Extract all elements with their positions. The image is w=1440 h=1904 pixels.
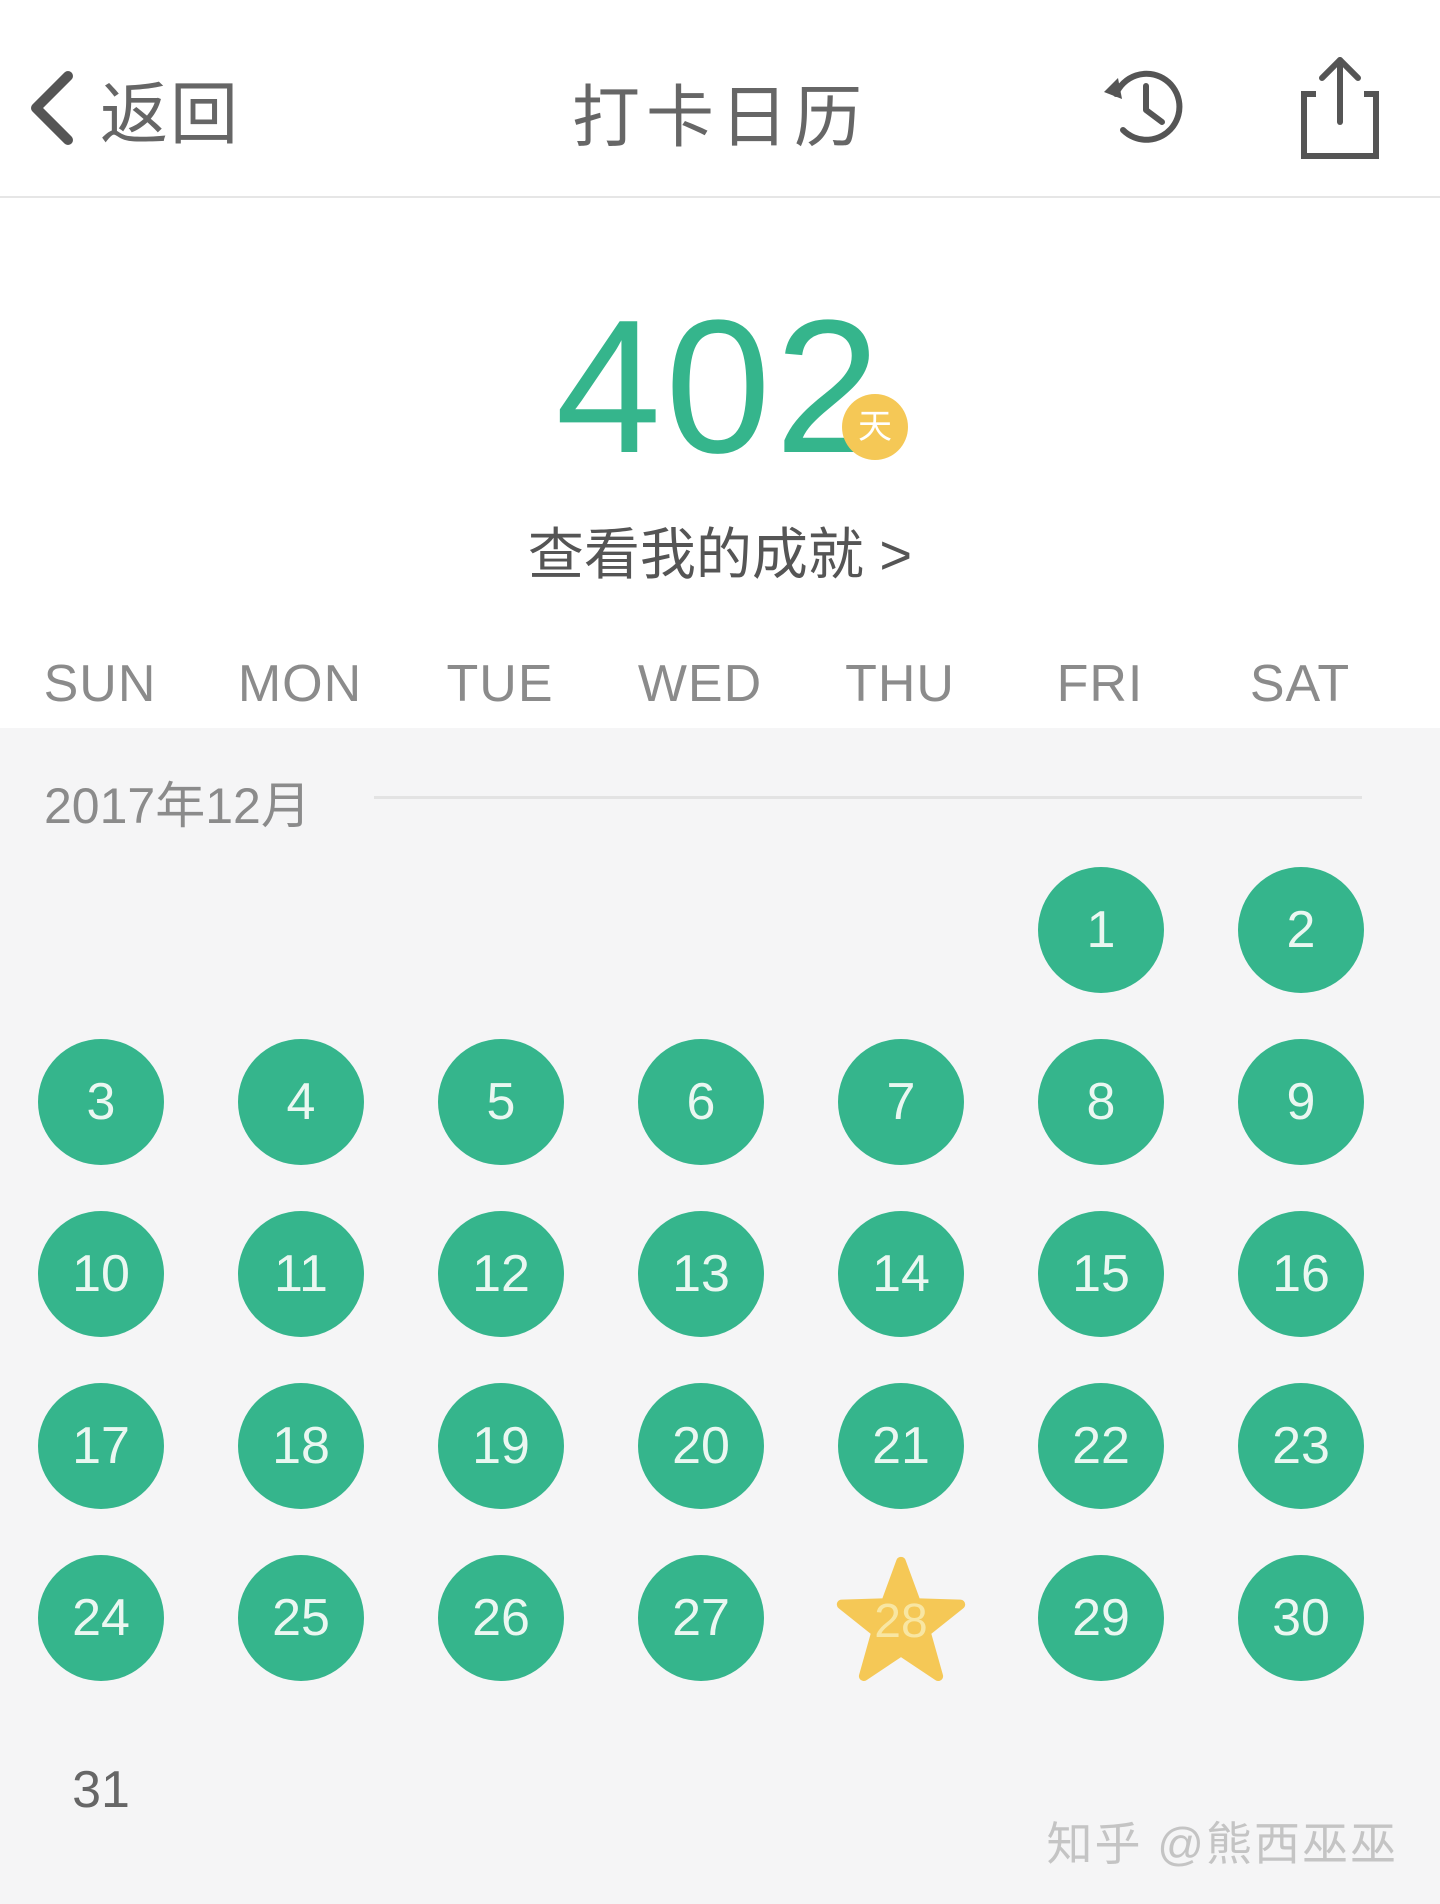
- calendar-day-checked-27[interactable]: 27: [638, 1555, 764, 1681]
- calendar-day-checked-22[interactable]: 22: [1038, 1383, 1164, 1509]
- calendar-day-checked-7[interactable]: 7: [838, 1039, 964, 1165]
- calendar-day-cell-1: 1: [1000, 856, 1200, 1028]
- calendar-day-cell-5: 5: [400, 1028, 600, 1200]
- calendar-day-cell-2: 2: [1200, 856, 1400, 1028]
- calendar-day-checked-16[interactable]: 16: [1238, 1211, 1364, 1337]
- calendar-day-checked-1[interactable]: 1: [1038, 867, 1164, 993]
- calendar-day-checked-14[interactable]: 14: [838, 1211, 964, 1337]
- calendar-day-cell-3: 3: [0, 1028, 200, 1200]
- calendar-day-cell-19: 19: [400, 1372, 600, 1544]
- source-watermark: 知乎 @熊西巫巫: [1046, 1818, 1398, 1870]
- calendar-day-star-28[interactable]: 28: [832, 1552, 970, 1690]
- calendar-day-cell-25: 25: [200, 1544, 400, 1716]
- calendar-day-grid: 1 2 3 4 5 6 7 8 9 10 11 12 13 14 15 16 17 18 19 20 21 22 23 24 2…: [0, 856, 1440, 1819]
- weekday-sun: SUN: [43, 655, 157, 713]
- calendar-day-cell-12: 12: [400, 1200, 600, 1372]
- calendar-day-cell-26: 26: [400, 1544, 600, 1716]
- calendar-day-checked-6[interactable]: 6: [638, 1039, 764, 1165]
- calendar-day-cell-22: 22: [1000, 1372, 1200, 1544]
- month-divider: [374, 796, 1362, 799]
- weekday-fri: FRI: [1056, 655, 1144, 713]
- calendar-day-cell-17: 17: [0, 1372, 200, 1544]
- calendar-day-cell-29: 29: [1000, 1544, 1200, 1716]
- calendar-day-cell-28: 28: [800, 1544, 1000, 1716]
- calendar-day-cell-6: 6: [600, 1028, 800, 1200]
- calendar-day-checked-10[interactable]: 10: [38, 1211, 164, 1337]
- calendar-day-cell-11: 11: [200, 1200, 400, 1372]
- calendar-day-cell-31: 31: [0, 1716, 200, 1888]
- weekday-sat: SAT: [1249, 655, 1351, 713]
- weekday-wed: WED: [637, 655, 763, 713]
- days-unit-badge: 天: [842, 394, 908, 460]
- calendar-day-cell-8: 8: [1000, 1028, 1200, 1200]
- calendar-day-checked-17[interactable]: 17: [38, 1383, 164, 1509]
- calendar-day-cell-21: 21: [800, 1372, 1000, 1544]
- weekday-tue: TUE: [446, 655, 554, 713]
- top-navigation-bar: 返回 打卡日历: [0, 0, 1440, 199]
- calendar-day-cell-10: 10: [0, 1200, 200, 1372]
- calendar-day-checked-30[interactable]: 30: [1238, 1555, 1364, 1681]
- calendar-day-checked-18[interactable]: 18: [238, 1383, 364, 1509]
- calendar-day-checked-25[interactable]: 25: [238, 1555, 364, 1681]
- calendar-day-checked-11[interactable]: 11: [238, 1211, 364, 1337]
- calendar-day-checked-13[interactable]: 13: [638, 1211, 764, 1337]
- calendar-day-cell-23: 23: [1200, 1372, 1400, 1544]
- calendar-day-cell-18: 18: [200, 1372, 400, 1544]
- calendar-day-checked-29[interactable]: 29: [1038, 1555, 1164, 1681]
- calendar-day-cell-9: 9: [1200, 1028, 1400, 1200]
- calendar-day-checked-19[interactable]: 19: [438, 1383, 564, 1509]
- weekday-header-row: SUN MON TUE WED THU FRI SAT: [0, 640, 1440, 728]
- streak-count-area: 402: [0, 292, 1440, 482]
- calendar-day-checked-15[interactable]: 15: [1038, 1211, 1164, 1337]
- weekday-thu: THU: [845, 655, 955, 713]
- calendar-day-cell-7: 7: [800, 1028, 1000, 1200]
- calendar-day-unchecked-31[interactable]: 31: [38, 1727, 164, 1853]
- calendar-day-checked-20[interactable]: 20: [638, 1383, 764, 1509]
- calendar-day-cell-14: 14: [800, 1200, 1000, 1372]
- calendar-day-cell-16: 16: [1200, 1200, 1400, 1372]
- calendar-day-checked-2[interactable]: 2: [1238, 867, 1364, 993]
- calendar-day-checked-4[interactable]: 4: [238, 1039, 364, 1165]
- calendar-day-cell-4: 4: [200, 1028, 400, 1200]
- month-label: 2017年12月: [44, 778, 311, 834]
- view-achievements-link[interactable]: 查看我的成就 >: [0, 510, 1440, 591]
- share-icon: [1301, 57, 1379, 159]
- calendar-day-checked-23[interactable]: 23: [1238, 1383, 1364, 1509]
- calendar-day-cell-13: 13: [600, 1200, 800, 1372]
- weekday-mon: MON: [237, 655, 363, 713]
- share-button[interactable]: [1298, 52, 1382, 162]
- calendar-day-checked-8[interactable]: 8: [1038, 1039, 1164, 1165]
- calendar-day-cell-30: 30: [1200, 1544, 1400, 1716]
- page-title: 打卡日历: [571, 80, 868, 156]
- calendar-day-cell-27: 27: [600, 1544, 800, 1716]
- calendar-day-checked-26[interactable]: 26: [438, 1555, 564, 1681]
- check-in-calendar-screen: 返回 打卡日历 402 天 查看我的成就 > SUN MON TUE WED T…: [0, 0, 1440, 1904]
- calendar-day-checked-12[interactable]: 12: [438, 1211, 564, 1337]
- calendar-day-checked-21[interactable]: 21: [838, 1383, 964, 1509]
- calendar-day-checked-3[interactable]: 3: [38, 1039, 164, 1165]
- calendar-day-cell-24: 24: [0, 1544, 200, 1716]
- history-button[interactable]: [1098, 60, 1190, 152]
- calendar-day-cell-15: 15: [1000, 1200, 1200, 1372]
- calendar-day-checked-24[interactable]: 24: [38, 1555, 164, 1681]
- history-icon: [1104, 70, 1183, 143]
- streak-days-number: 402: [555, 281, 885, 493]
- calendar-day-number: 28: [874, 1595, 928, 1648]
- calendar-day-cell-20: 20: [600, 1372, 800, 1544]
- calendar-day-checked-9[interactable]: 9: [1238, 1039, 1364, 1165]
- calendar-day-checked-5[interactable]: 5: [438, 1039, 564, 1165]
